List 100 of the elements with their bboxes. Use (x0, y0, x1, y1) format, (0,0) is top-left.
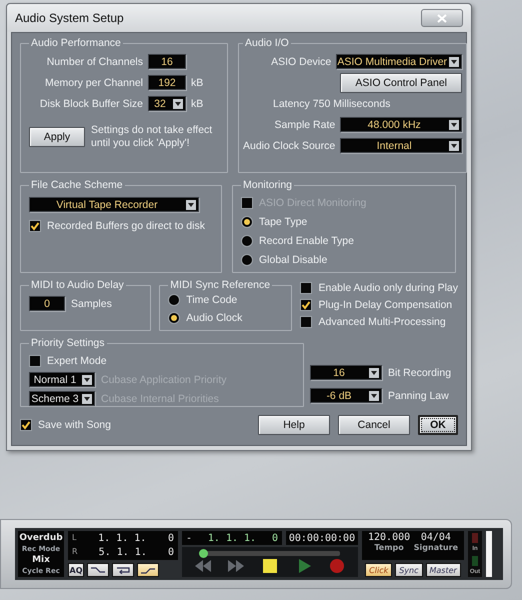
dropdown[interactable]: ASIO Multimedia Driver (336, 54, 462, 69)
auto-quantize-button[interactable]: AQ (68, 563, 84, 577)
dropdown-arrow-icon[interactable] (449, 120, 460, 130)
meter-icon (471, 533, 479, 543)
meter-icon (471, 556, 479, 566)
group-title: File Cache Scheme (30, 179, 124, 191)
field-label: Number of Channels (46, 56, 143, 68)
field-label: Bit Recording (388, 366, 452, 378)
dropdown[interactable]: -6 dB (310, 388, 382, 403)
number-field[interactable]: 0 (29, 296, 65, 311)
dropdown-arrow-icon[interactable] (82, 375, 92, 385)
line-icon (90, 566, 106, 574)
signature-label: Signature (414, 543, 458, 552)
tempo-value[interactable]: 120.000 (368, 532, 410, 543)
rec-mode-value[interactable]: Overdub (19, 533, 63, 543)
number-field[interactable]: 16 (148, 54, 186, 69)
stop-icon[interactable] (260, 558, 279, 574)
checkbox[interactable] (300, 282, 312, 294)
position-display[interactable]: - 1. 1. 1. 0 (182, 531, 282, 545)
window-title: Audio System Setup (15, 11, 124, 25)
locator-ticks[interactable]: 0 (168, 547, 174, 558)
number-field[interactable]: 192 (148, 75, 186, 90)
rewind-icon[interactable] (194, 558, 212, 574)
radio-button[interactable] (241, 216, 253, 228)
radio-label: Record Enable Type (259, 234, 354, 246)
toggle-button[interactable]: Master (426, 563, 461, 577)
checkbox-label: Plug-In Delay Compensation (318, 298, 452, 311)
radio-label: Global Disable (259, 254, 328, 266)
dropdown-arrow-icon[interactable] (369, 368, 379, 378)
dropdown-arrow-icon[interactable] (369, 391, 379, 401)
locator-name: R (72, 547, 78, 558)
latency-label: Latency (273, 98, 310, 110)
field-label: Memory per Channel (44, 76, 143, 88)
locator-ticks[interactable]: 0 (168, 532, 174, 544)
dropdown[interactable]: 32 (148, 96, 186, 111)
dialog-button[interactable]: OK (418, 415, 458, 435)
radio-label: Audio Clock (186, 312, 242, 324)
dialog-button[interactable]: Help (258, 415, 330, 435)
locator-bars[interactable]: 5. 1. 1. (98, 547, 147, 558)
checkbox[interactable] (300, 298, 312, 311)
group-title: MIDI to Audio Delay (30, 279, 125, 291)
dropdown[interactable]: Virtual Tape Recorder (29, 197, 199, 212)
checkbox[interactable] (29, 220, 41, 232)
toggle-button[interactable]: Click (365, 563, 392, 577)
radio-button[interactable] (168, 294, 180, 306)
dropdown[interactable]: Internal (340, 138, 462, 153)
record-icon[interactable] (328, 558, 346, 574)
dropdown[interactable]: 48.000 kHz (340, 117, 462, 132)
group-title: Audio Performance (30, 37, 122, 49)
field-label: Audio Clock Source (243, 140, 336, 152)
field-label: Disk Block Buffer Size (40, 98, 143, 110)
checkbox-label: Expert Mode (47, 354, 107, 366)
slider-thumb[interactable] (198, 549, 208, 558)
apply-note: Settings do not take effect until you click 'Apply'! (91, 124, 214, 150)
locator-name: L (72, 532, 76, 544)
tempo-label: Tempo (374, 543, 404, 552)
checkbox[interactable] (20, 419, 32, 431)
field-label: Panning Law (388, 390, 449, 402)
locator-bars[interactable]: 1. 1. 1. (98, 532, 146, 544)
cycle-rec-value[interactable]: Mix (32, 555, 50, 565)
signature-value[interactable]: 04/04 (420, 532, 451, 543)
field-label: ASIO Device (271, 56, 332, 68)
line-icon (140, 566, 156, 574)
checkbox-label: Enable Audio only during Play (318, 282, 458, 294)
position-slider[interactable] (200, 551, 340, 556)
group-title: Priority Settings (30, 337, 106, 349)
checkbox-label: Recorded Buffers go direct to disk (47, 220, 205, 232)
group-title: Monitoring (242, 179, 294, 191)
close-icon (437, 14, 447, 22)
dropdown-arrow-icon[interactable] (173, 99, 183, 109)
timecode-display[interactable]: 00:00:00:00 (286, 531, 358, 545)
unit-label: Samples (71, 298, 112, 310)
control-panel-button[interactable]: ASIO Control Panel (340, 72, 462, 92)
dropdown-arrow-icon[interactable] (82, 394, 92, 404)
radio-button[interactable] (241, 234, 253, 246)
dropdown-arrow-icon[interactable] (186, 200, 196, 210)
checkbox-label: Save with Song (38, 419, 111, 431)
radio-button[interactable] (168, 312, 180, 324)
field-label: Sample Rate (274, 118, 336, 130)
dropdown-arrow-icon[interactable] (449, 57, 460, 67)
dropdown[interactable]: 16 (310, 365, 382, 380)
dropdown-arrow-icon[interactable] (449, 141, 460, 151)
group-title: MIDI Sync Reference (169, 279, 272, 291)
radio-label: Tape Type (259, 216, 308, 228)
cycle-button[interactable] (112, 563, 134, 577)
line-icon (115, 566, 131, 574)
latency-value: 750 Milliseconds (312, 98, 390, 110)
group-title: Audio I/O (244, 37, 290, 49)
unit-label: kB (191, 98, 204, 110)
radio-button[interactable] (241, 254, 253, 266)
dialog-button[interactable]: Cancel (338, 415, 410, 435)
punch-out-button[interactable] (137, 563, 159, 577)
apply-button[interactable]: Apply (29, 127, 85, 147)
unit-label: kB (191, 76, 204, 88)
checkbox[interactable] (300, 316, 312, 328)
toggle-button[interactable]: Sync (395, 563, 422, 577)
punch-in-button[interactable] (87, 563, 109, 577)
radio-label: Time Code (186, 294, 238, 306)
checkbox-label: Advanced Multi-Processing (318, 316, 446, 328)
close-button[interactable] (421, 9, 463, 27)
